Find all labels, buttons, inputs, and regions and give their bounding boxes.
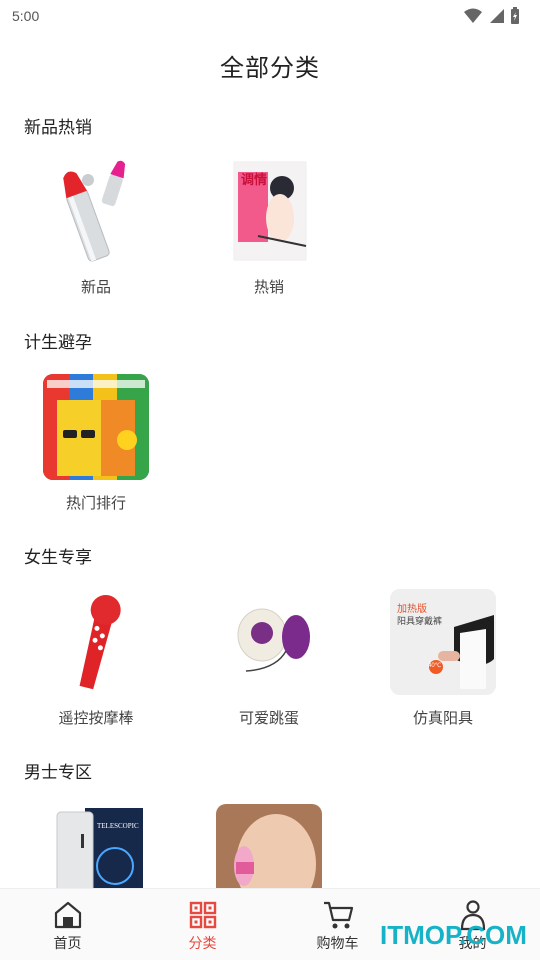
- category-realistic-label: 仿真阳具: [412, 710, 473, 727]
- category-hot[interactable]: 调情 热销: [209, 158, 329, 297]
- home-icon: [52, 899, 84, 931]
- status-icons: [464, 7, 520, 25]
- nav-home[interactable]: 首页: [0, 889, 135, 960]
- wifi-icon: [464, 8, 482, 23]
- battery-icon: [511, 7, 519, 24]
- page-title: 全部分类: [220, 55, 320, 82]
- category-cute-egg-label: 可爱跳蛋: [238, 710, 299, 727]
- category-cute-egg[interactable]: 可爱跳蛋: [209, 589, 329, 728]
- heat-subtitle-text: 阳具穿戴裤: [397, 616, 443, 626]
- signal-icon: [490, 9, 504, 23]
- site-watermark: ITMOP.COM: [380, 920, 527, 950]
- nav-home-label: 首页: [53, 935, 82, 951]
- category-remote-wand-thumbnail: [43, 589, 149, 695]
- category-cute-egg-thumbnail: [216, 589, 322, 695]
- section-title-contraception: 计生避孕: [24, 333, 92, 352]
- category-top-ranking-label: 热门排行: [65, 495, 126, 512]
- category-new[interactable]: 新品: [36, 158, 156, 297]
- category-realistic[interactable]: 加热版 阳具穿戴裤 40℃ 仿真阳具: [383, 589, 503, 728]
- section-title-men: 男士专区: [24, 763, 92, 782]
- section-title-women: 女生专享: [24, 548, 92, 567]
- category-top-ranking-thumbnail: [43, 374, 149, 480]
- heat-temp-text: 40℃: [428, 663, 442, 669]
- nav-category-label: 分类: [188, 935, 217, 951]
- nav-cart-label: 购物车: [316, 935, 359, 951]
- category-new-thumbnail: [43, 158, 149, 264]
- category-hot-label: 热销: [253, 279, 284, 296]
- cart-icon: [322, 899, 354, 931]
- category-remote-wand-label: 遥控按摩棒: [58, 710, 134, 727]
- heat-banner-text: 加热版: [397, 604, 427, 615]
- category-remote-wand[interactable]: 遥控按摩棒: [36, 589, 156, 728]
- section-title-new-hot: 新品热销: [24, 118, 92, 137]
- category-new-label: 新品: [80, 279, 111, 296]
- nav-category[interactable]: 分类: [135, 889, 270, 960]
- category-realistic-thumbnail: 加热版 阳具穿戴裤 40℃: [390, 589, 496, 695]
- status-bar: 5:00: [0, 0, 540, 32]
- box-brand-text: TELESCOPIC: [97, 822, 139, 830]
- category-top-ranking[interactable]: 热门排行: [36, 374, 156, 513]
- category-grid-icon: [187, 899, 219, 931]
- category-hot-thumbnail: 调情: [216, 158, 322, 264]
- manga-title-text: 调情: [241, 172, 268, 187]
- status-time: 5:00: [12, 8, 40, 24]
